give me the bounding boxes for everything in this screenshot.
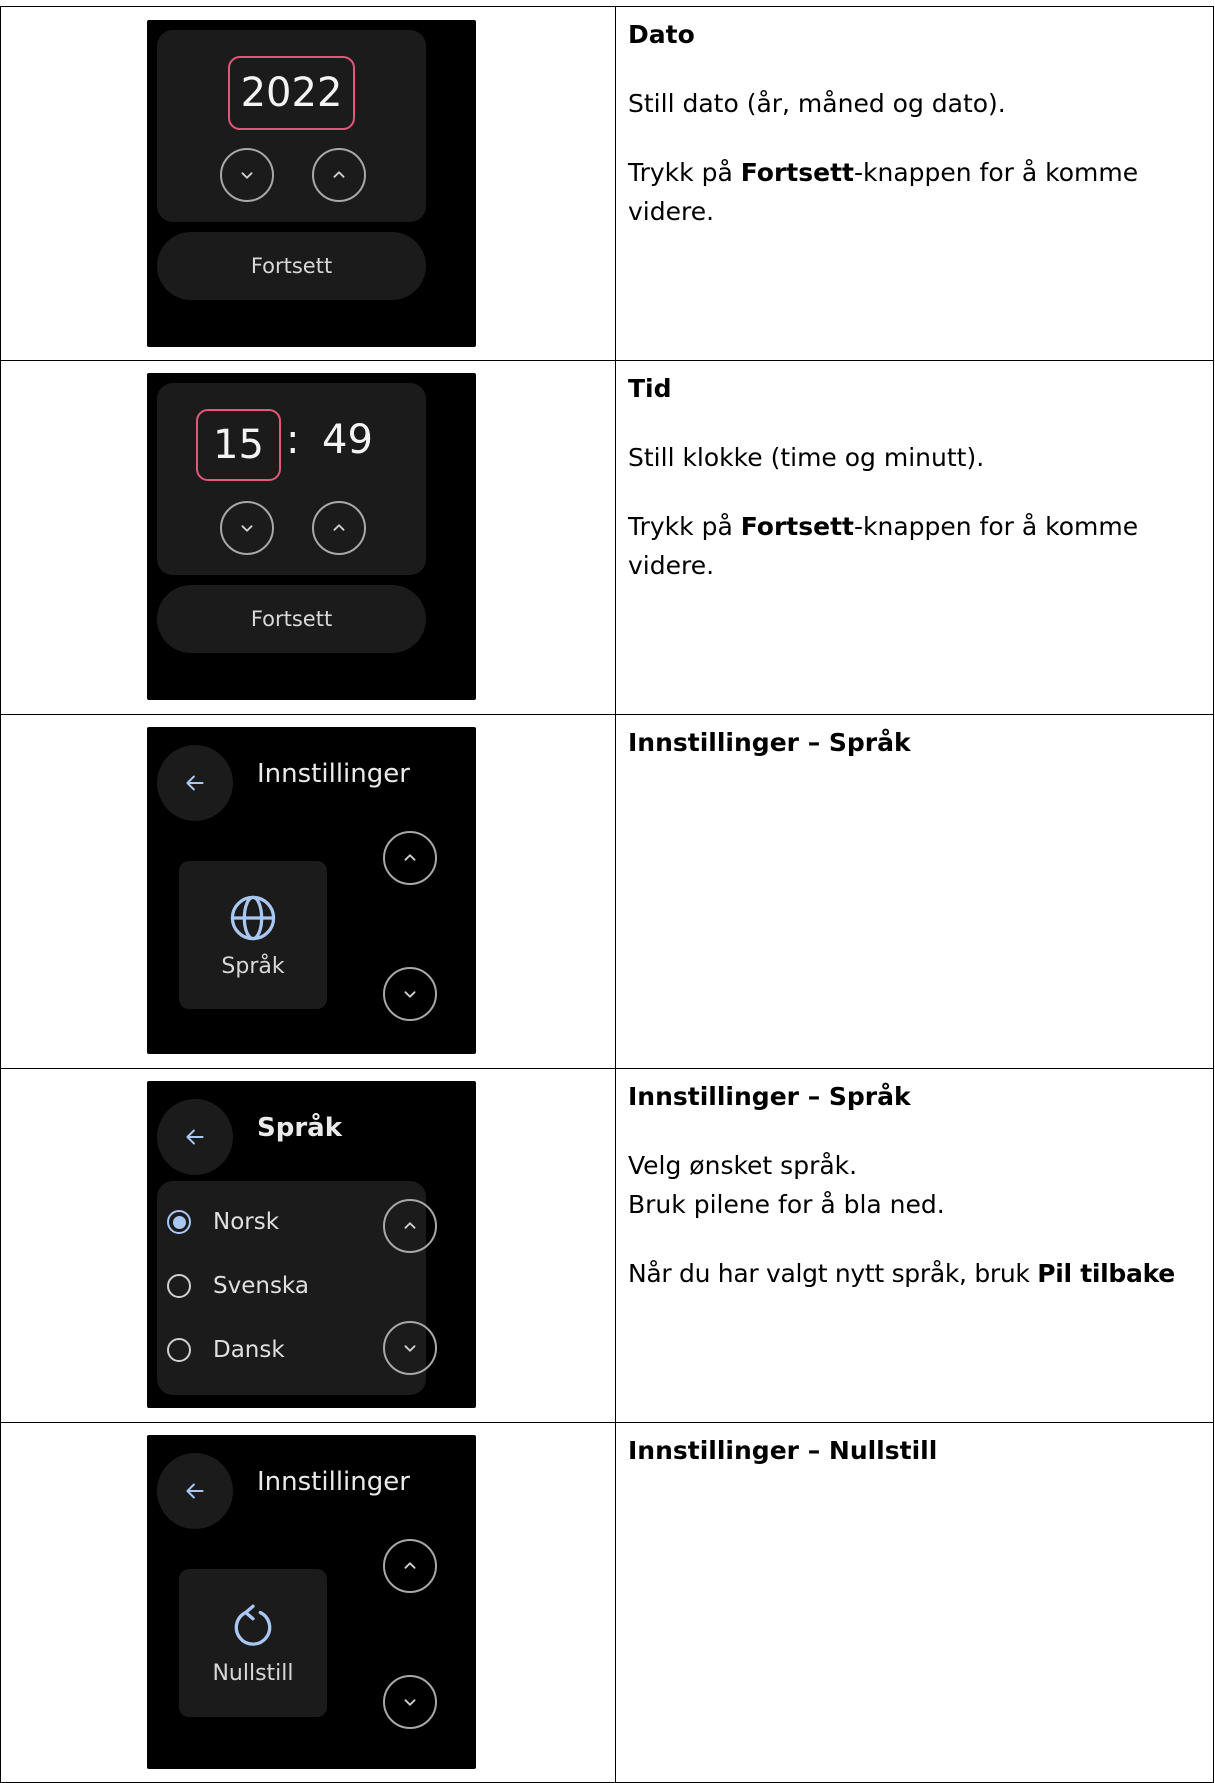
increase-button[interactable] <box>312 148 366 202</box>
reset-icon <box>234 1604 272 1646</box>
scroll-up-button[interactable] <box>383 1539 437 1593</box>
tile-label: Nullstill <box>212 1660 294 1686</box>
watch-screen-language-list: Språk Norsk Svenska Dansk <box>147 1081 476 1408</box>
watch-screen-settings-language: Innstillinger Språk <box>147 727 476 1054</box>
chevron-up-icon <box>333 171 345 178</box>
language-option[interactable]: Dansk <box>167 1337 285 1363</box>
globe-icon <box>230 895 276 940</box>
screen-cell: Innstillinger Nullstill <box>0 1422 616 1783</box>
screen-cell: Innstillinger Språk <box>0 714 616 1069</box>
chevron-up-icon <box>404 1562 416 1569</box>
year-value-box[interactable]: 2022 <box>228 56 355 130</box>
scroll-down-button[interactable] <box>383 967 437 1021</box>
decrease-button[interactable] <box>220 148 274 202</box>
hour-value: 15 <box>213 422 264 468</box>
back-button[interactable] <box>157 745 233 821</box>
chevron-up-icon <box>404 1222 416 1229</box>
radio-unselected[interactable] <box>167 1274 191 1298</box>
table-row: Språk Norsk Svenska Dansk Innstillinger … <box>0 1068 1214 1423</box>
instruction-text: Trykk på Fortsett-knappen for å komme vi… <box>628 158 1139 226</box>
text-cell: Tid Still klokke (time og minutt). Trykk… <box>615 360 1214 715</box>
language-option[interactable]: Norsk <box>167 1209 279 1235</box>
watch-screen-settings-reset: Innstillinger Nullstill <box>147 1435 476 1769</box>
screen-cell: Språk Norsk Svenska Dansk <box>0 1068 616 1423</box>
arrow-left-icon <box>186 1129 204 1145</box>
screen-cell: 15 : 49 Fortsett <box>0 360 616 715</box>
scroll-up-button[interactable] <box>383 1199 437 1253</box>
row-title: Tid <box>628 374 672 403</box>
chevron-down-icon <box>241 172 253 179</box>
row-title: Innstillinger – Språk <box>628 1082 911 1111</box>
scroll-down-button[interactable] <box>383 1675 437 1729</box>
continue-label: Fortsett <box>250 607 333 631</box>
text-cell: Innstillinger – Nullstill <box>615 1422 1214 1783</box>
screen-header: Innstillinger <box>257 759 410 789</box>
watch-screen-date: 2022 Fortsett <box>147 20 476 347</box>
year-value: 2022 <box>240 70 343 116</box>
text-cell: Innstillinger – Språk Velg ønsket språk.… <box>615 1068 1214 1423</box>
radio-unselected[interactable] <box>167 1338 191 1362</box>
increase-button[interactable] <box>312 501 366 555</box>
tile-label: Språk <box>221 953 285 979</box>
continue-button[interactable]: Fortsett <box>157 585 426 653</box>
instruction-text: Trykk på Fortsett-knappen for å komme vi… <box>628 512 1139 580</box>
arrow-left-icon <box>186 775 204 791</box>
chevron-down-icon <box>404 991 416 998</box>
minute-value[interactable]: 49 <box>322 417 373 463</box>
hour-value-box[interactable]: 15 <box>196 409 281 481</box>
screen-cell: 2022 Fortsett <box>0 6 616 361</box>
instruction-table: 2022 Fortsett Dato Still dato (år, måned… <box>0 6 1214 1783</box>
instruction-text: Når du har valgt nytt språk, bruk Pil ti… <box>628 1259 1175 1288</box>
language-option[interactable]: Svenska <box>167 1273 309 1299</box>
instruction-text: Still dato (år, måned og dato). <box>628 89 1006 118</box>
arrow-left-icon <box>186 1483 204 1499</box>
back-button[interactable] <box>157 1099 233 1175</box>
reset-tile[interactable]: Nullstill <box>179 1569 327 1717</box>
instruction-text: Velg ønsket språk. Bruk pilene for å bla … <box>628 1151 945 1219</box>
chevron-down-icon <box>404 1345 416 1352</box>
table-row: Innstillinger Språk Innstillinger – Språ… <box>0 714 1214 1069</box>
chevron-down-icon <box>404 1699 416 1706</box>
time-panel <box>157 383 426 575</box>
screen-header: Innstillinger <box>257 1467 410 1497</box>
time-separator: : <box>286 417 300 463</box>
scroll-up-button[interactable] <box>383 831 437 885</box>
row-title: Innstillinger – Nullstill <box>628 1436 938 1465</box>
table-row: Innstillinger Nullstill Innstillinger – … <box>0 1422 1214 1783</box>
screen-header: Språk <box>257 1113 342 1143</box>
text-cell: Dato Still dato (år, måned og dato). Try… <box>615 6 1214 361</box>
radio-selected[interactable] <box>167 1210 191 1234</box>
instruction-text: Still klokke (time og minutt). <box>628 443 985 472</box>
row-title: Innstillinger – Språk <box>628 728 911 757</box>
table-row: 2022 Fortsett Dato Still dato (år, måned… <box>0 6 1214 361</box>
table-row: 15 : 49 Fortsett Tid Still klokke (time … <box>0 360 1214 715</box>
chevron-up-icon <box>404 854 416 861</box>
continue-label: Fortsett <box>250 254 333 278</box>
text-cell: Innstillinger – Språk <box>615 714 1214 1069</box>
decrease-button[interactable] <box>220 501 274 555</box>
watch-screen-time: 15 : 49 Fortsett <box>147 373 476 700</box>
row-title: Dato <box>628 20 695 49</box>
chevron-down-icon <box>241 525 253 532</box>
back-button[interactable] <box>157 1453 233 1529</box>
continue-button[interactable]: Fortsett <box>157 232 426 300</box>
chevron-up-icon <box>333 524 345 531</box>
language-tile[interactable]: Språk <box>179 861 327 1009</box>
scroll-down-button[interactable] <box>383 1321 437 1375</box>
